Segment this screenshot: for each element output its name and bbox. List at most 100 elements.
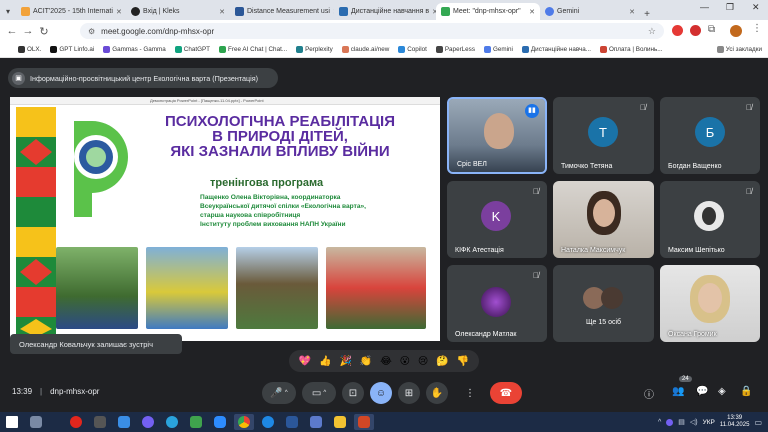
zoom-icon[interactable] [210,414,230,430]
reaction-laugh[interactable]: 😂 [380,356,392,367]
reaction-surprised[interactable]: 😮 [400,356,410,367]
restore-icon[interactable]: ❐ [726,2,734,13]
app-icon-2[interactable] [306,414,326,430]
close-icon[interactable]: ✕ [116,8,122,16]
chat-icon[interactable]: 💬 [696,386,708,397]
meet-header: ▣ Інформаційно-просвітницький центр Екол… [0,60,768,94]
camera-button[interactable]: ▭ ^ [302,382,336,404]
participant-tile[interactable]: 🎙̸ Олександр Матлак [447,265,547,342]
bookmark-item[interactable]: PaperLess [435,46,475,53]
back-icon[interactable]: ← [4,25,20,37]
tab-acit[interactable]: ACIT'2025 - 15th Internati ✕ [16,3,126,20]
bookmark-item[interactable]: Free AI Chat | Chat... [219,46,287,53]
telegram-icon[interactable] [162,414,182,430]
bookmark-item[interactable]: ChatGPT [174,46,210,53]
tab-kleks[interactable]: Вхід | Kleks ✕ [126,3,230,20]
emoji-button[interactable]: ☺ [370,382,392,404]
participant-tile[interactable]: 🎙̸ Б Богдан Ващенко [660,97,760,174]
reaction-party[interactable]: 🎉 [340,356,352,367]
omnibox[interactable]: ⚙ meet.google.com/dnp-mhsx-opr ☆ [80,23,664,39]
extension-icon[interactable] [672,25,683,36]
bookmark-item[interactable]: claude.ai/new [341,46,389,53]
hand-button[interactable]: ✋ [426,382,448,404]
language-indicator[interactable]: УКР [703,419,715,426]
bookmark-star-icon[interactable]: ☆ [648,26,656,37]
participant-tile[interactable]: 🎙̸ Максим Шепітько [660,181,760,258]
participant-tile[interactable]: 🎙̸ Т Тимочко Тетяна [553,97,654,174]
reload-icon[interactable]: ↻ [36,25,52,38]
participant-tile[interactable]: Оксана Громик [660,265,760,342]
bookmark-item[interactable]: OLX. [18,46,41,53]
participant-tile[interactable]: Наталка Максимчук [553,181,654,258]
tab-distance[interactable]: Distance Measurement usi ✕ [230,3,334,20]
host-controls-icon[interactable]: 🔒 [740,386,752,397]
presenter-chip[interactable]: ▣ Інформаційно-просвітницький центр Екол… [8,68,278,88]
task-view-icon[interactable] [26,414,46,430]
chrome-icon[interactable] [234,414,254,430]
minimize-icon[interactable]: — [700,2,709,12]
stop-extension-icon[interactable] [690,25,701,36]
start-icon[interactable] [2,414,22,430]
reaction-sad[interactable]: 😢 [418,356,428,367]
bookmark-item[interactable]: Дистанційне навча... [521,46,591,53]
explorer-icon[interactable] [330,414,350,430]
reaction-thumbs-down[interactable]: 👎 [457,356,469,367]
clock-date[interactable]: 13:39 11.04.2025 [720,415,750,429]
activities-icon[interactable]: ◈ [718,386,726,397]
profile-avatar[interactable] [730,25,742,37]
powerpoint-icon[interactable] [354,414,374,430]
leave-call-button[interactable]: ☎ [490,382,522,404]
more-participants-tile[interactable]: Ще 15 осіб [553,265,654,342]
tab-meet[interactable]: Meet: "dnp-mhsx-opr" ✕ [436,3,540,20]
bookmark-icon [219,46,227,53]
opera-icon[interactable] [66,414,86,430]
tray-chevron-icon[interactable]: ^ [658,419,661,426]
more-options-button[interactable]: ⋮ [462,382,478,404]
window-close-icon[interactable]: ✕ [752,2,760,13]
participant-tile[interactable]: ▮▮ Сріс ВЕЛ [447,97,547,174]
edge-icon[interactable] [258,414,278,430]
more-menu-icon[interactable]: ⋮ [752,23,762,34]
close-icon[interactable]: ✕ [219,8,225,16]
tab-gemini[interactable]: Gemini ✕ [540,3,640,20]
reaction-thumbs-up[interactable]: 👍 [319,356,331,367]
volume-icon[interactable]: ◁) [690,418,698,426]
avatar: Т [588,117,618,147]
tab-search-icon[interactable]: ▾ [0,3,16,20]
bookmark-item[interactable]: Perplexity [296,46,333,53]
bookmark-item[interactable]: Gammas - Gamma [103,46,166,53]
all-bookmarks[interactable]: Усі закладки [716,46,762,53]
tray-viber-icon[interactable] [666,418,674,426]
present-button[interactable]: ⊞ [398,382,420,404]
calculator-icon[interactable] [90,414,110,430]
people-icon[interactable]: 👥 [672,386,684,397]
bookmark-item[interactable]: Gemini [483,46,513,53]
new-tab-button[interactable]: + [640,9,654,20]
notifications-icon[interactable]: ▭ [754,418,762,427]
close-icon[interactable]: ✕ [629,8,635,16]
word-icon[interactable] [282,414,302,430]
avatar-photo [694,201,724,231]
reaction-thinking[interactable]: 🤔 [436,356,448,367]
close-icon[interactable]: ✕ [529,8,535,16]
site-info-icon[interactable]: ⚙ [88,27,95,36]
extensions-puzzle-icon[interactable]: ⧉ [708,24,715,35]
info-icon[interactable]: ⓘ [644,386,654,401]
mic-off-icon: 🎙̸ [533,271,539,280]
network-icon[interactable]: ▤ [678,418,685,426]
captions-button[interactable]: ⊡ [342,382,364,404]
reaction-heart[interactable]: 💖 [299,356,311,367]
viber-icon[interactable] [138,414,158,430]
bookmarks-bar: OLX. GPT Linfo.ai Gammas - Gamma ChatGPT… [0,42,768,58]
bookmark-item[interactable]: Оплата | Волинь... [599,46,663,53]
microphone-button[interactable]: 🎤 ^ [262,382,296,404]
ppt-window-title: Демонстрація PowerPoint - [Пащенко-11.04… [150,98,264,103]
app-icon[interactable] [186,414,206,430]
notepad-icon[interactable] [114,414,134,430]
bookmark-item[interactable]: Copilot [398,46,427,53]
bookmark-item[interactable]: GPT Linfo.ai [50,46,94,53]
tab-dystantsiine[interactable]: Дистанційне навчання в ✕ [334,3,436,20]
forward-icon[interactable]: → [20,25,36,37]
participant-tile[interactable]: 🎙̸ K КІФК Атестація [447,181,547,258]
reaction-clap[interactable]: 👏 [360,356,372,367]
